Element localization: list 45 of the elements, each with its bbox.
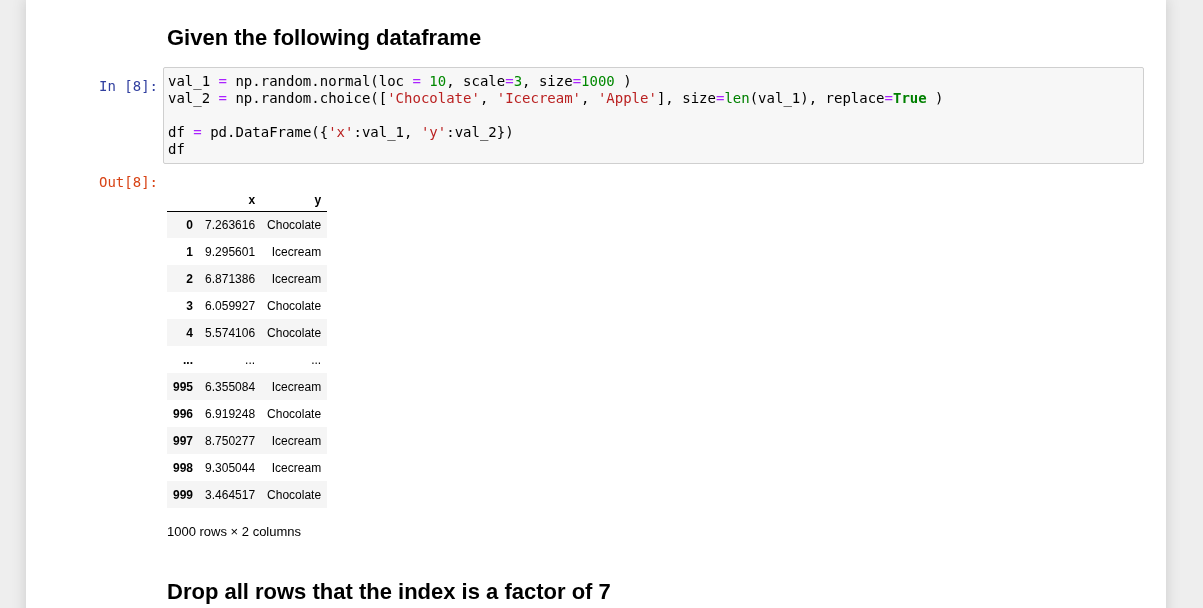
code-line: val_2 = np.random.choice(['Chocolate', 'Icecream', 'Apple'], size=len(val_1), replace=True ) — [168, 90, 944, 107]
row-index: 996 — [167, 400, 200, 427]
row-index: 4 — [167, 319, 200, 346]
table-cell: 6.919248 — [199, 400, 262, 427]
row-index: 1 — [167, 238, 200, 265]
row-index: 3 — [167, 292, 200, 319]
column-header: x — [199, 190, 262, 211]
table-cell: Icecream — [261, 427, 328, 454]
code-line: val_1 = np.random.normal(loc = 10, scale=3, size=1000 ) — [168, 73, 632, 90]
input-prompt: In [8]: — [99, 78, 158, 94]
table-cell: 7.263616 — [199, 211, 262, 238]
section-heading: Given the following dataframe — [167, 25, 482, 51]
table-cell: 9.305044 — [199, 454, 262, 481]
row-index: 0 — [167, 211, 200, 238]
row-index: 995 — [167, 373, 200, 400]
table-cell: Icecream — [261, 454, 328, 481]
row-index: 999 — [167, 481, 200, 508]
table-cell: 5.574106 — [199, 319, 262, 346]
table-cell: 3.464517 — [199, 481, 262, 508]
table-cell: 6.355084 — [199, 373, 262, 400]
table-cell: Icecream — [261, 373, 328, 400]
section-heading: Drop all rows that the index is a factor of 7 — [167, 579, 611, 605]
row-index: 2 — [167, 265, 200, 292]
table-cell: ... — [199, 346, 262, 373]
column-header: y — [261, 190, 328, 211]
code-line: df = pd.DataFrame({'x':val_1, 'y':val_2}) — [168, 124, 514, 141]
row-index: 997 — [167, 427, 200, 454]
row-index: ... — [167, 346, 200, 373]
table-cell: 9.295601 — [199, 238, 262, 265]
table-cell: 8.750277 — [199, 427, 262, 454]
output-prompt: Out[8]: — [99, 174, 158, 190]
table-cell: 6.871386 — [199, 265, 262, 292]
table-cell: Icecream — [261, 265, 328, 292]
table-cell: Chocolate — [261, 211, 328, 238]
code-cell[interactable]: val_1 = np.random.normal(loc = 10, scale=3, size=1000 ) val_2 = np.random.choice(['Chocolate', 'Icecream', 'Apple'], size=len(val_1), replace=True ) df = pd.DataFrame({'x':val_1, 'y':val_2}) df — [163, 67, 1144, 164]
table-cell: Chocolate — [261, 481, 328, 508]
row-index: 998 — [167, 454, 200, 481]
table-cell: Chocolate — [261, 319, 328, 346]
code-line: df — [168, 141, 185, 158]
row-count-text: 1000 rows × 2 columns — [167, 524, 302, 540]
table-cell: Icecream — [261, 238, 328, 265]
table-cell: ... — [261, 346, 328, 373]
table-cell: Chocolate — [261, 292, 328, 319]
table-cell: Chocolate — [261, 400, 328, 427]
table-cell: 6.059927 — [199, 292, 262, 319]
